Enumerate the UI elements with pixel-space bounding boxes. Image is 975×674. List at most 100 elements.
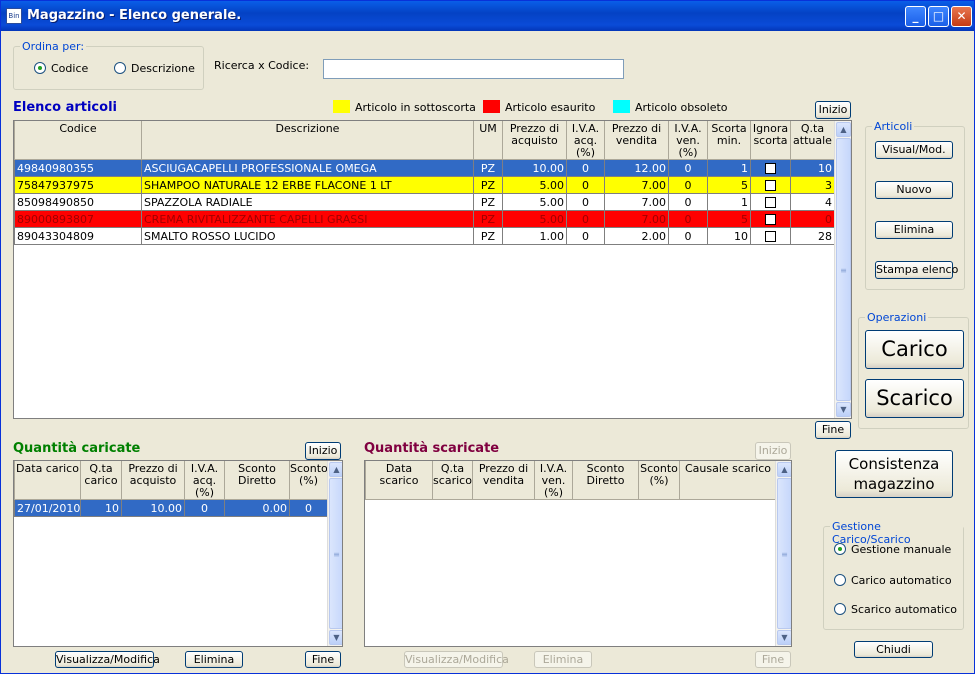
elimina-articolo-button[interactable]: Elimina bbox=[875, 221, 953, 239]
checkbox-icon[interactable] bbox=[765, 197, 776, 208]
table-cell[interactable]: 75847937975 bbox=[14, 176, 142, 194]
table-cell[interactable]: 85098490850 bbox=[14, 193, 142, 211]
table-cell[interactable]: 7.00 bbox=[604, 210, 669, 228]
table-row[interactable]: 89043304809 SMALTO ROSSO LUCIDO PZ 1.00 0 2.0… bbox=[14, 227, 835, 245]
table-cell[interactable]: SPAZZOLA RADIALE bbox=[141, 193, 474, 211]
table-cell[interactable]: 10 bbox=[80, 499, 122, 517]
ignora-scorta-cell[interactable] bbox=[750, 227, 791, 245]
scroll-thumb[interactable]: ≡ bbox=[836, 138, 851, 401]
col-header[interactable]: Codice bbox=[14, 121, 142, 160]
table-cell[interactable]: 49840980355 bbox=[14, 159, 142, 177]
table-cell[interactable]: PZ bbox=[473, 176, 503, 194]
table-cell[interactable]: 0 bbox=[566, 176, 605, 194]
col-header[interactable]: Scorta min. bbox=[707, 121, 751, 160]
col-header[interactable]: Data scarico bbox=[365, 461, 433, 500]
scaricate-elimina-button[interactable]: Elimina bbox=[534, 651, 592, 668]
table-cell[interactable]: 4 bbox=[790, 193, 835, 211]
col-header[interactable]: Ignora scorta bbox=[750, 121, 791, 160]
col-header[interactable]: Prezzo di vendita bbox=[472, 461, 535, 500]
col-header[interactable]: Prezzo di acquisto bbox=[121, 461, 185, 500]
ignora-scorta-cell[interactable] bbox=[750, 193, 791, 211]
scroll-thumb[interactable]: ≡ bbox=[329, 478, 342, 629]
col-header[interactable]: Data carico bbox=[14, 461, 81, 500]
nuovo-button[interactable]: Nuovo bbox=[875, 181, 953, 199]
scroll-down-icon[interactable]: ▼ bbox=[329, 630, 342, 645]
maximize-button[interactable]: □ bbox=[928, 6, 949, 27]
scroll-up-icon[interactable]: ▲ bbox=[329, 462, 342, 477]
checkbox-icon[interactable] bbox=[765, 163, 776, 174]
ignora-scorta-cell[interactable] bbox=[750, 176, 791, 194]
col-header[interactable]: Prezzo di acquisto bbox=[502, 121, 567, 160]
close-button[interactable]: ✕ bbox=[951, 6, 972, 27]
scroll-down-icon[interactable]: ▼ bbox=[836, 402, 851, 417]
caricate-visualizza-button[interactable]: Visualizza/Modifica bbox=[55, 651, 160, 668]
articles-scrollbar[interactable]: ▲ ≡ ▼ bbox=[834, 121, 851, 418]
table-row[interactable]: 85098490850 SPAZZOLA RADIALE PZ 5.00 0 7.00 0 1… bbox=[14, 193, 835, 211]
table-cell[interactable]: PZ bbox=[473, 193, 503, 211]
col-header[interactable]: Q.ta scarico bbox=[432, 461, 473, 500]
table-cell[interactable]: 10.00 bbox=[502, 159, 567, 177]
col-header[interactable]: Prezzo di vendita bbox=[604, 121, 669, 160]
sort-descrizione-radio[interactable]: Descrizione bbox=[114, 62, 195, 75]
table-cell[interactable]: 1 bbox=[707, 159, 751, 177]
col-header[interactable]: I.V.A. ven.(%) bbox=[534, 461, 573, 500]
table-cell[interactable]: 27/01/2010 bbox=[14, 499, 81, 517]
table-cell[interactable]: CREMA RIVITALIZZANTE CAPELLI GRASSI bbox=[141, 210, 474, 228]
gestione-manuale-radio[interactable]: Gestione manuale bbox=[834, 543, 951, 556]
table-cell[interactable]: PZ bbox=[473, 159, 503, 177]
table-cell[interactable]: 10 bbox=[707, 227, 751, 245]
table-cell[interactable]: SMALTO ROSSO LUCIDO bbox=[141, 227, 474, 245]
table-cell[interactable]: 0 bbox=[668, 193, 708, 211]
consistenza-magazzino-button[interactable]: Consistenza magazzino bbox=[835, 450, 953, 498]
table-row[interactable]: 49840980355 ASCIUGACAPELLI PROFESSIONALE … bbox=[14, 159, 835, 177]
table-cell[interactable]: 5 bbox=[707, 176, 751, 194]
scroll-thumb[interactable]: ≡ bbox=[777, 478, 791, 629]
caricate-elimina-button[interactable]: Elimina bbox=[185, 651, 243, 668]
col-header[interactable]: Sconto (%) bbox=[638, 461, 680, 500]
table-cell[interactable]: 0 bbox=[184, 499, 225, 517]
col-header[interactable]: Sconto (%) bbox=[289, 461, 328, 500]
table-row[interactable]: 75847937975 SHAMPOO NATURALE 12 ERBE FLAC… bbox=[14, 176, 835, 194]
col-header[interactable]: I.V.A. acq.(%) bbox=[566, 121, 605, 160]
table-cell[interactable]: 0 bbox=[790, 210, 835, 228]
table-cell[interactable]: ASCIUGACAPELLI PROFESSIONALE OMEGA bbox=[141, 159, 474, 177]
col-header[interactable]: Sconto Diretto bbox=[572, 461, 639, 500]
table-cell[interactable]: 5.00 bbox=[502, 176, 567, 194]
articles-inizio-button[interactable]: Inizio bbox=[815, 101, 851, 119]
checkbox-icon[interactable] bbox=[765, 231, 776, 242]
table-cell[interactable]: 5 bbox=[707, 210, 751, 228]
col-header[interactable]: I.V.A. ven.(%) bbox=[668, 121, 708, 160]
table-row[interactable]: 89000893807 CREMA RIVITALIZZANTE CAPELLI … bbox=[14, 210, 835, 228]
col-header[interactable]: Descrizione bbox=[141, 121, 474, 160]
table-cell[interactable]: 0.00 bbox=[224, 499, 290, 517]
table-cell[interactable]: 0 bbox=[668, 176, 708, 194]
table-row[interactable]: 27/01/2010 10 10.00 0 0.00 0 bbox=[14, 499, 328, 517]
table-cell[interactable]: 3 bbox=[790, 176, 835, 194]
table-cell[interactable]: PZ bbox=[473, 227, 503, 245]
col-header[interactable]: Q.ta attuale bbox=[790, 121, 835, 160]
table-cell[interactable]: 1.00 bbox=[502, 227, 567, 245]
checkbox-icon[interactable] bbox=[765, 214, 776, 225]
table-cell[interactable]: 5.00 bbox=[502, 193, 567, 211]
col-header[interactable]: Q.ta carico bbox=[80, 461, 122, 500]
carico-automatico-radio[interactable]: Carico automatico bbox=[834, 574, 952, 587]
table-cell[interactable]: PZ bbox=[473, 210, 503, 228]
table-cell[interactable]: 5.00 bbox=[502, 210, 567, 228]
chiudi-button[interactable]: Chiudi bbox=[854, 641, 933, 658]
scaricate-inizio-button[interactable]: Inizio bbox=[755, 442, 791, 460]
scroll-up-icon[interactable]: ▲ bbox=[777, 462, 791, 477]
table-cell[interactable]: 10.00 bbox=[121, 499, 185, 517]
search-input[interactable] bbox=[323, 59, 624, 79]
scroll-up-icon[interactable]: ▲ bbox=[836, 122, 851, 137]
articles-fine-button[interactable]: Fine bbox=[815, 421, 851, 439]
ignora-scorta-cell[interactable] bbox=[750, 159, 791, 177]
scarico-automatico-radio[interactable]: Scarico automatico bbox=[834, 603, 957, 616]
scarico-button[interactable]: Scarico bbox=[865, 379, 964, 418]
checkbox-icon[interactable] bbox=[765, 180, 776, 191]
carico-button[interactable]: Carico bbox=[865, 330, 964, 369]
table-cell[interactable]: 0 bbox=[668, 159, 708, 177]
scaricate-visualizza-button[interactable]: Visualizza/Modifica bbox=[404, 651, 509, 668]
caricate-inizio-button[interactable]: Inizio bbox=[305, 442, 341, 460]
caricate-scrollbar[interactable]: ▲ ≡ ▼ bbox=[327, 461, 342, 646]
table-cell[interactable]: 0 bbox=[566, 159, 605, 177]
